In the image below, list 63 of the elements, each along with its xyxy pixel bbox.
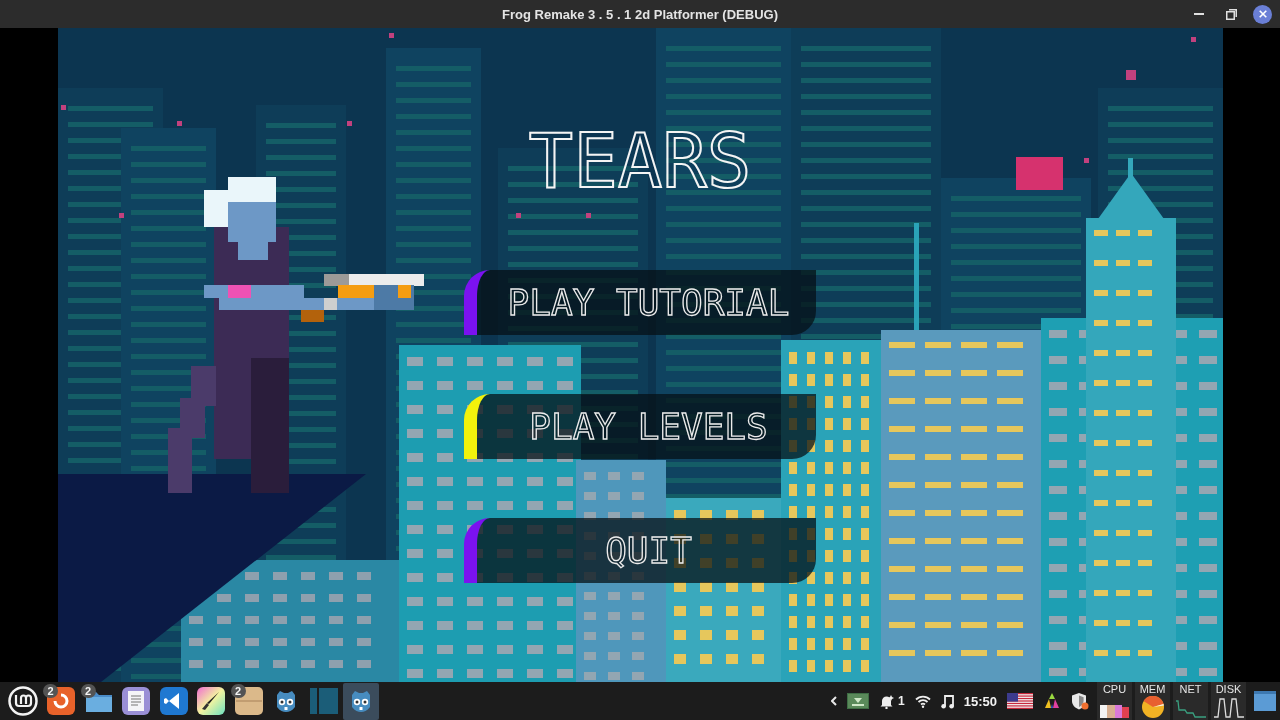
close-icon	[1258, 10, 1267, 18]
maximize-icon	[1225, 8, 1237, 20]
billboard-sign	[1015, 157, 1063, 190]
menu-button[interactable]: PLAY LEVELS	[464, 394, 816, 459]
tray-app-button[interactable]	[1043, 692, 1061, 710]
window-panels-icon	[309, 687, 338, 715]
count-badge: 2	[230, 683, 246, 698]
sound-button[interactable]	[940, 693, 954, 709]
star-pixel-icon	[515, 213, 521, 218]
star-pixel-icon	[346, 121, 352, 126]
star-pixel-icon	[388, 33, 394, 38]
monitor-label: CPU	[1102, 683, 1127, 695]
flag-icon	[1007, 693, 1033, 709]
close-button[interactable]	[1253, 4, 1272, 24]
star-pixel-icon	[1083, 158, 1089, 163]
memory-pie-graph	[1141, 696, 1164, 718]
shield-icon	[1071, 692, 1089, 710]
menu-button[interactable]: PLAY TUTORIAL	[464, 270, 816, 335]
bell-icon	[879, 693, 895, 709]
system-monitor[interactable]: NET	[1173, 682, 1208, 720]
star-pixel-icon	[1125, 70, 1136, 80]
network-line-graph	[1175, 700, 1206, 718]
bowtie-icon	[159, 687, 188, 715]
game-title: TEARS	[528, 124, 752, 198]
disk-line-graph	[1213, 698, 1244, 718]
minimize-icon	[1194, 13, 1204, 15]
download-icon	[847, 693, 870, 709]
keyboard-layout-button[interactable]	[1007, 693, 1033, 709]
launcher-button[interactable]	[343, 682, 379, 720]
document-icon	[122, 687, 150, 715]
launcher-button[interactable]: 2	[43, 682, 79, 720]
logo-icon	[8, 686, 38, 716]
window-title: Frog Remake 3 . 5 . 1 2d Platformer (DEBUG)	[502, 6, 778, 22]
start-menu-button[interactable]	[6, 684, 40, 718]
box-icon	[234, 687, 263, 715]
cpu-usage-graph	[1100, 705, 1129, 718]
star-pixel-icon	[60, 105, 66, 110]
system-monitor[interactable]: DISK	[1211, 682, 1246, 720]
paintbrush-icon	[197, 687, 225, 715]
download-tray-button[interactable]	[847, 693, 870, 709]
window-icon	[1254, 691, 1276, 711]
clock[interactable]: 15:50	[963, 693, 997, 709]
monitor-label: MEM	[1139, 683, 1166, 695]
wifi-button[interactable]	[914, 694, 931, 708]
star-pixel-icon	[1190, 37, 1196, 42]
system-monitor[interactable]: MEM	[1135, 682, 1170, 720]
wifi-icon	[914, 694, 931, 708]
triangle-icon	[1043, 692, 1061, 710]
music-note-icon	[940, 693, 954, 709]
star-pixel-icon	[176, 121, 182, 126]
monitor-label: DISK	[1215, 683, 1242, 695]
notification-button[interactable]: 1	[879, 693, 905, 709]
monitor-label: NET	[1179, 683, 1202, 695]
security-button[interactable]	[1071, 692, 1089, 710]
launcher-button[interactable]: 2	[80, 682, 117, 720]
tray-expand-button[interactable]	[831, 696, 838, 706]
count-badge: 2	[43, 683, 58, 698]
star-pixel-icon	[585, 213, 591, 218]
count-badge: 2	[80, 683, 96, 698]
chevron-left-icon	[831, 696, 838, 706]
system-monitor[interactable]: CPU	[1097, 682, 1132, 720]
ring-icon	[47, 687, 75, 715]
launcher-button[interactable]: 2	[230, 682, 267, 720]
